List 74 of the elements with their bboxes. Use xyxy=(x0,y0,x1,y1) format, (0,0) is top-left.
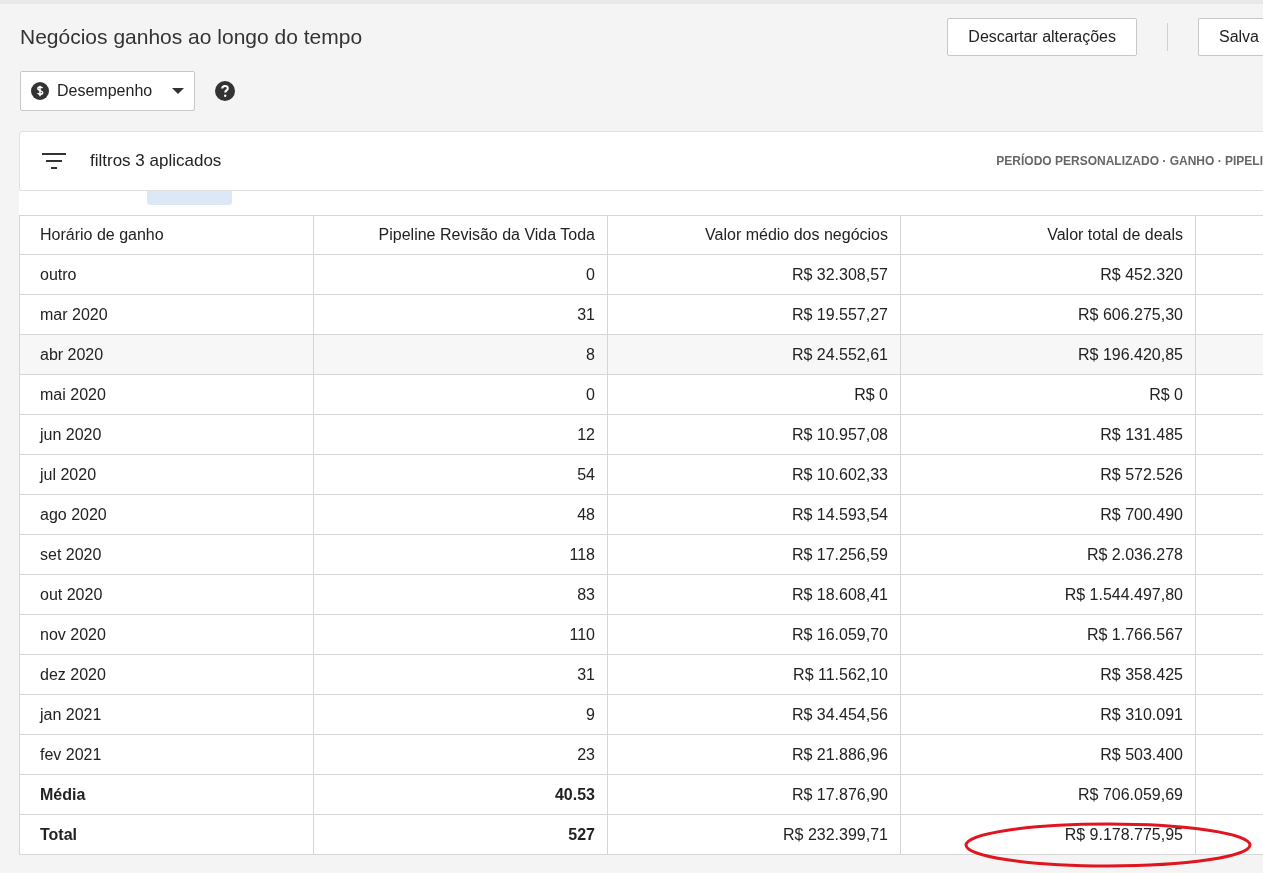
table-cell-text: outro xyxy=(40,264,77,285)
table-cell-text: R$ 10.602,33 xyxy=(791,464,888,485)
report-title: Negócios ganhos ao longo do tempo xyxy=(20,24,363,51)
table-cell-text: abr 2020 xyxy=(40,344,104,365)
table-cell-text: jun 2020 xyxy=(40,424,102,445)
table-cell-text: Média xyxy=(40,784,86,805)
table-cell-text: 31 xyxy=(577,304,595,325)
table-cell-text: 48 xyxy=(577,504,595,525)
table-cell-text: R$ 1.544.497,80 xyxy=(1064,584,1183,605)
table-cell-text: R$ 2.036.278 xyxy=(1086,544,1183,565)
table-cell-text: R$ 452.320 xyxy=(1100,264,1183,285)
table-cell-text: 110 xyxy=(569,624,595,645)
table-cell-text: R$ 0 xyxy=(854,384,888,405)
table-cell-text: R$ 503.400 xyxy=(1100,744,1183,765)
column-header[interactable]: Valor médio dos negócios xyxy=(705,223,888,247)
table-cell-text: out 2020 xyxy=(40,584,103,605)
table-cell-text: 31 xyxy=(577,664,595,685)
dollar-icon xyxy=(31,82,49,100)
save-button[interactable]: Salva xyxy=(1197,18,1263,56)
view-dropdown[interactable]: Desempenho xyxy=(20,71,196,111)
table-cell-text: R$ 131.485 xyxy=(1100,424,1183,445)
column-header[interactable]: Horário de ganho xyxy=(40,223,164,247)
table-cell-text: R$ 706.059,69 xyxy=(1078,784,1183,805)
table-cell-text: R$ 16.059,70 xyxy=(791,624,888,645)
table-cell-text: R$ 700.490 xyxy=(1100,504,1183,525)
table-cell-text: Total xyxy=(40,824,78,845)
table-cell-text: R$ 606.275,30 xyxy=(1078,304,1183,325)
table-cell-text: mai 2020 xyxy=(40,384,106,405)
column-header[interactable]: Valor total de deals xyxy=(1047,223,1183,247)
table-cell-text: 118 xyxy=(569,544,595,565)
table-cell-text: R$ 14.593,54 xyxy=(791,504,888,525)
table-cell-text: R$ 0 xyxy=(1149,384,1183,405)
table-cell-text: 9 xyxy=(586,704,595,725)
table-cell-text: R$ 18.608,41 xyxy=(791,584,888,605)
filter-label[interactable]: filtros 3 aplicados xyxy=(90,148,222,174)
filter-summary: PERÍODO PERSONALIZADO · GANHO · PIPELI xyxy=(996,152,1263,170)
table-cell-text: R$ 9.178.775,95 xyxy=(1064,824,1183,845)
table-cell-text: jan 2021 xyxy=(40,704,102,725)
table-cell-text: R$ 1.766.567 xyxy=(1086,624,1183,645)
help-icon[interactable] xyxy=(215,81,236,101)
table-cell-text: 8 xyxy=(586,344,595,365)
table-cell-text: 0 xyxy=(586,384,595,405)
table-cell-text: mar 2020 xyxy=(40,304,108,325)
table-cell-text: 54 xyxy=(577,464,595,485)
table-cell-text: R$ 572.526 xyxy=(1100,464,1183,485)
table-cell-text: R$ 11.562,10 xyxy=(793,664,888,685)
table-cell-text: 23 xyxy=(577,744,595,765)
table-cell-text: R$ 358.425 xyxy=(1100,664,1183,685)
table-cell-text: 527 xyxy=(568,824,595,845)
filter-icon[interactable] xyxy=(42,153,66,169)
table-cell-text: R$ 21.886,96 xyxy=(791,744,888,765)
table-cell-text: R$ 310.091 xyxy=(1100,704,1183,725)
table-cell-text: nov 2020 xyxy=(40,624,106,645)
table-cell-text: R$ 24.552,61 xyxy=(791,344,888,365)
table-cell-text: R$ 19.557,27 xyxy=(791,304,888,325)
table-cell-text: R$ 17.876,90 xyxy=(791,784,888,805)
table-cell-text: R$ 10.957,08 xyxy=(791,424,888,445)
table-cell-text: R$ 196.420,85 xyxy=(1078,344,1183,365)
table-cell-text: 83 xyxy=(577,584,595,605)
table-cell-text: R$ 34.454,56 xyxy=(791,704,888,725)
table-cell-text: R$ 232.399,71 xyxy=(783,824,888,845)
table-cell-text: set 2020 xyxy=(40,544,102,565)
table-cell-text: fev 2021 xyxy=(40,744,102,765)
table-cell-text: R$ 17.256,59 xyxy=(791,544,888,565)
table-cell-text: 12 xyxy=(577,424,595,445)
caret-icon xyxy=(172,88,185,94)
table-cell-text: dez 2020 xyxy=(40,664,106,685)
table-cell-text: R$ 32.308,57 xyxy=(791,264,888,285)
column-header[interactable]: Pipeline Revisão da Vida Toda xyxy=(378,223,595,247)
table-cell-text: 40.53 xyxy=(554,784,595,805)
table-cell-text: 0 xyxy=(586,264,595,285)
discard-button[interactable]: Descartar alterações xyxy=(947,18,1137,56)
table-cell-text: ago 2020 xyxy=(40,504,107,525)
table-cell-text: jul 2020 xyxy=(40,464,97,485)
